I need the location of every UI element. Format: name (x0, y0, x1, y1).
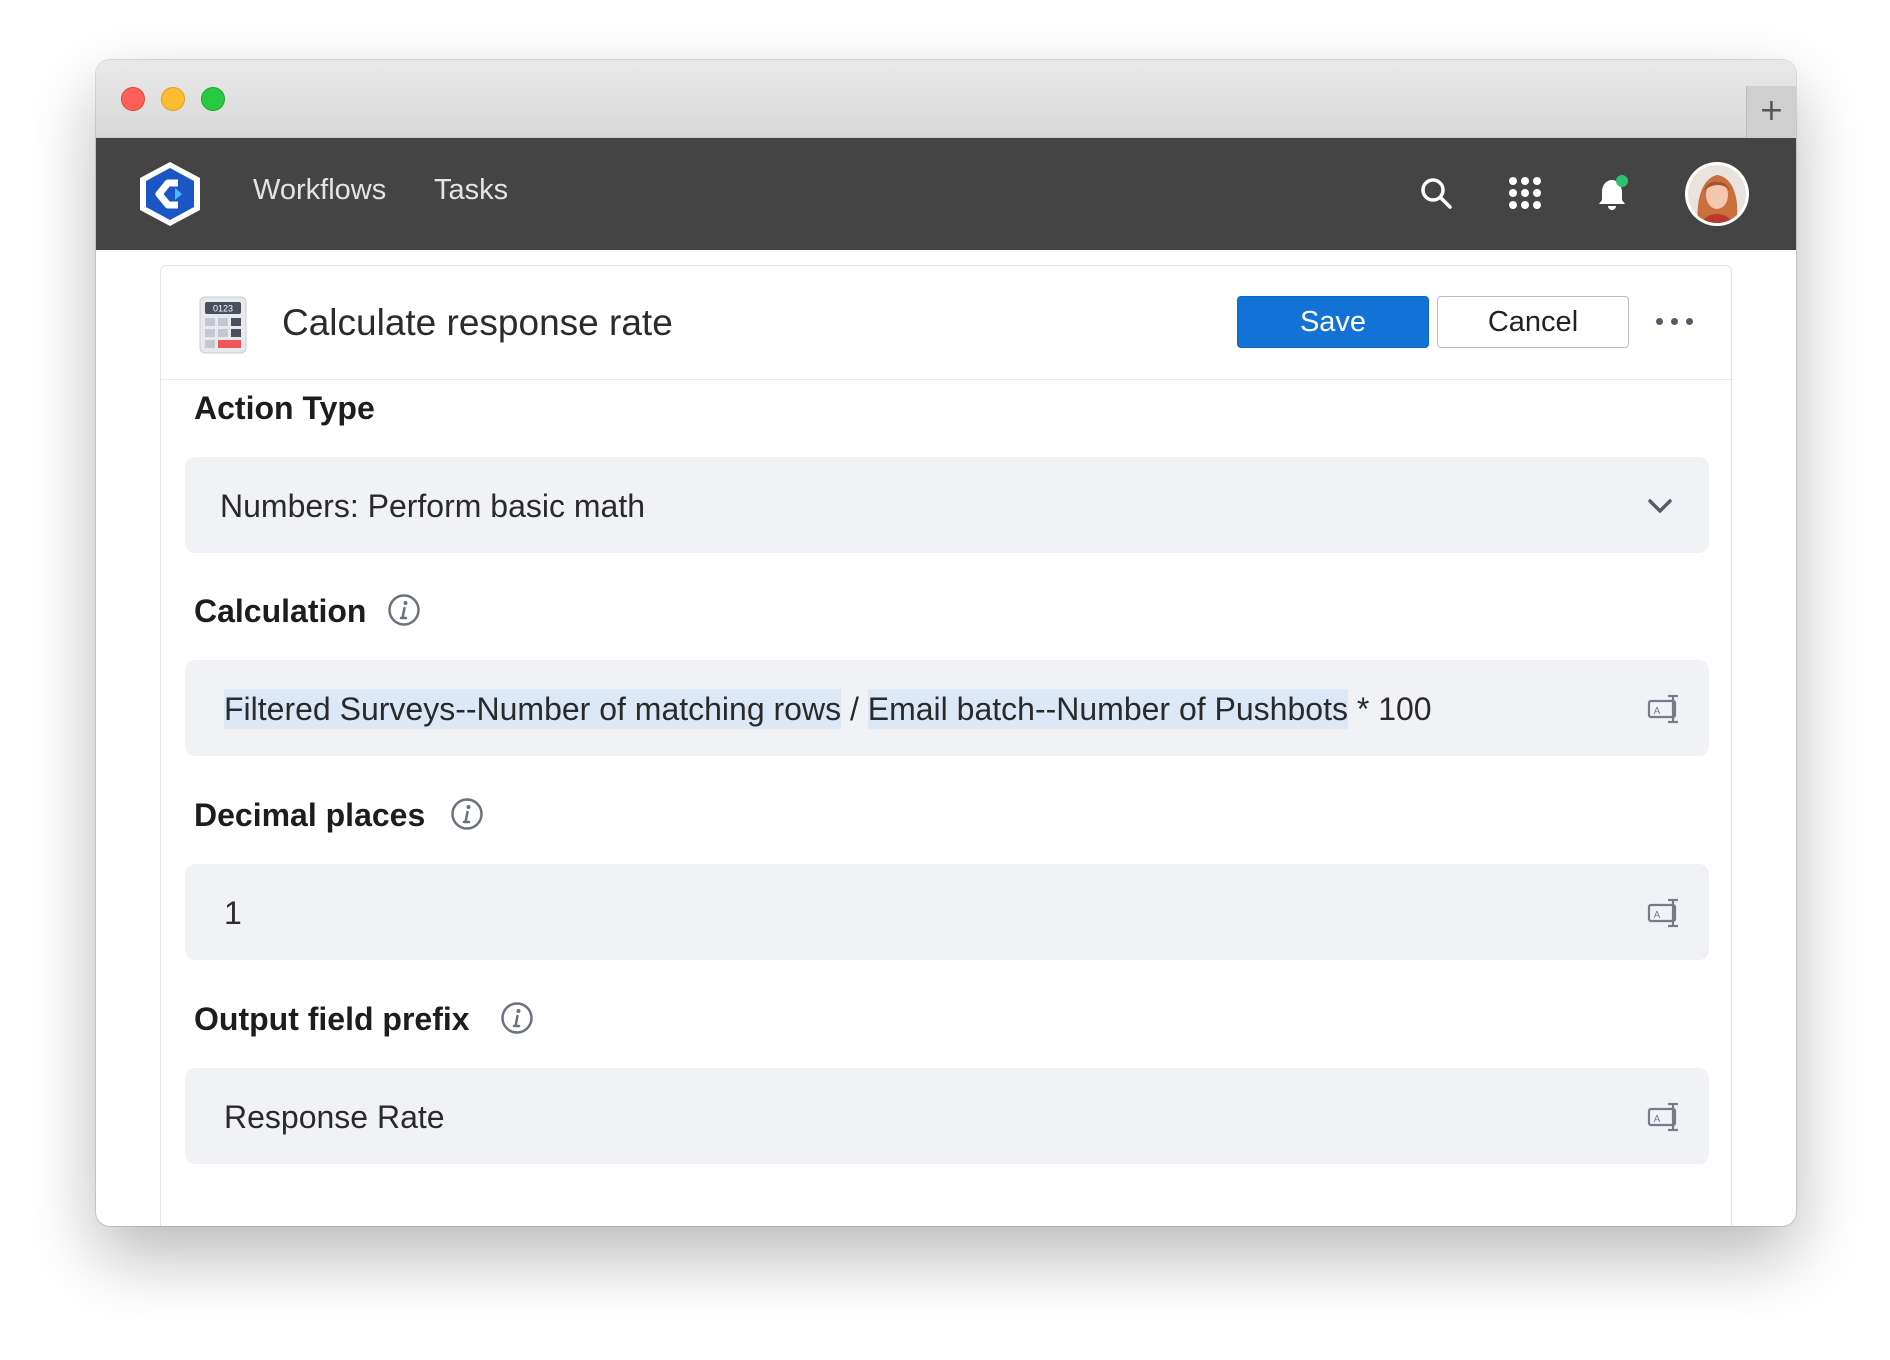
avatar[interactable] (1685, 162, 1749, 226)
svg-text:A: A (1654, 1114, 1661, 1125)
minimize-window-button[interactable] (161, 87, 185, 111)
output-prefix-value: Response Rate (224, 1099, 445, 1135)
info-icon[interactable] (500, 1001, 534, 1035)
svg-text:A: A (1654, 910, 1661, 921)
output-prefix-input[interactable]: Response Rate A (185, 1068, 1709, 1164)
action-type-label: Action Type (194, 390, 375, 426)
info-icon[interactable] (387, 593, 421, 627)
maximize-window-button[interactable] (201, 87, 225, 111)
output-prefix-label: Output field prefix (194, 1001, 470, 1037)
insert-field-icon[interactable]: A (1647, 692, 1683, 724)
operator-text: / (841, 691, 868, 727)
action-type-select[interactable]: Numbers: Perform basic math (185, 457, 1709, 553)
decimal-places-input[interactable]: 1 A (185, 864, 1709, 960)
svg-text:0123: 0123 (213, 304, 233, 314)
cancel-button[interactable]: Cancel (1437, 296, 1629, 348)
more-options-icon[interactable] (1655, 308, 1695, 338)
insert-field-icon[interactable]: A (1647, 896, 1683, 928)
svg-text:A: A (1654, 706, 1661, 717)
decimal-places-label: Decimal places (194, 797, 426, 833)
notification-dot (1616, 175, 1628, 187)
page-title: Calculate response rate (282, 302, 673, 343)
card-header: 0123 Calculate response rate Save Cancel (161, 266, 1731, 380)
calculation-input[interactable]: Filtered Surveys--Number of matching row… (185, 660, 1709, 756)
logo-icon[interactable] (134, 160, 206, 228)
apps-grid-icon[interactable] (1508, 176, 1542, 210)
search-icon[interactable] (1419, 176, 1453, 210)
chevron-down-icon[interactable] (1645, 491, 1675, 521)
close-window-button[interactable] (121, 87, 145, 111)
calculation-label: Calculation (194, 593, 367, 629)
new-tab-button[interactable]: + (1746, 86, 1796, 138)
action-type-value: Numbers: Perform basic math (220, 488, 646, 524)
operator-text: * 100 (1347, 691, 1432, 727)
nav-link-tasks[interactable]: Tasks (434, 174, 508, 207)
nav-link-workflows[interactable]: Workflows (253, 174, 386, 207)
bell-icon[interactable] (1596, 174, 1630, 212)
save-button[interactable]: Save (1237, 296, 1429, 348)
decimal-places-value: 1 (224, 895, 242, 931)
info-icon[interactable] (450, 797, 484, 831)
calculator-icon: 0123 (199, 296, 247, 354)
window-titlebar: + (96, 60, 1796, 138)
field-token[interactable]: Filtered Surveys--Number of matching row… (224, 689, 842, 729)
insert-field-icon[interactable]: A (1647, 1100, 1683, 1132)
field-token[interactable]: Email batch--Number of Pushbots (867, 689, 1348, 729)
browser-window: + Workflows Tasks 0123 Calculate respons… (96, 60, 1796, 1226)
calculation-expression: Filtered Surveys--Number of matching row… (224, 689, 1432, 729)
top-navbar: Workflows Tasks (96, 138, 1796, 250)
action-card: 0123 Calculate response rate Save Cancel… (160, 265, 1732, 1226)
